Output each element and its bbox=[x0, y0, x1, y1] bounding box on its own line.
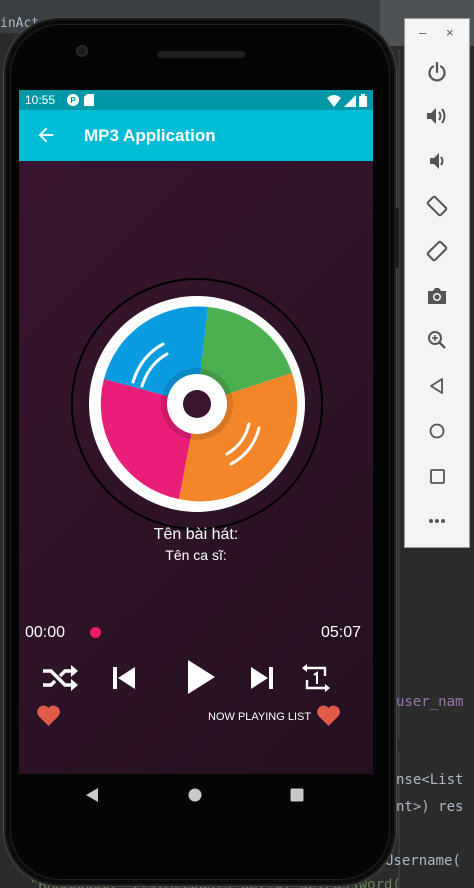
earpiece-speaker bbox=[157, 51, 245, 58]
code-line: nt>) res bbox=[396, 799, 464, 815]
rotate-left-icon bbox=[426, 195, 448, 217]
more-icon bbox=[429, 519, 445, 523]
shuffle-icon[interactable] bbox=[41, 664, 79, 692]
wifi-icon bbox=[327, 94, 341, 107]
favorite-heart-icon[interactable] bbox=[36, 705, 61, 727]
code-line: user_nam bbox=[396, 694, 464, 710]
back-icon bbox=[430, 378, 443, 394]
rotate-right-icon bbox=[426, 240, 448, 262]
code-line: Username( bbox=[385, 853, 461, 869]
notification-p-icon: P bbox=[67, 94, 79, 106]
rotate-left-button[interactable] bbox=[422, 191, 452, 221]
arrow-back-icon[interactable] bbox=[35, 124, 57, 146]
nav-home-icon[interactable] bbox=[188, 788, 202, 802]
overview-icon bbox=[429, 468, 445, 484]
app-title: MP3 Application bbox=[84, 126, 216, 145]
volume-up-icon bbox=[427, 108, 446, 124]
status-time: 10:55 bbox=[25, 93, 56, 107]
repeat-one-icon[interactable] bbox=[301, 664, 331, 692]
album-disc bbox=[71, 278, 323, 530]
signal-icon bbox=[344, 94, 356, 107]
status-system-icons bbox=[327, 94, 367, 107]
seek-bar[interactable] bbox=[90, 631, 310, 634]
total-time: 05:07 bbox=[320, 624, 361, 641]
now-playing-heart-icon[interactable] bbox=[316, 705, 341, 727]
status-notifications: P bbox=[67, 94, 94, 106]
volume-up-button[interactable] bbox=[422, 101, 452, 131]
zoom-icon bbox=[428, 331, 446, 349]
emulator-home-button[interactable] bbox=[422, 416, 452, 446]
song-title: Tên bài hát: bbox=[153, 526, 239, 543]
current-time: 00:00 bbox=[25, 624, 66, 641]
skip-next-icon[interactable] bbox=[249, 665, 275, 691]
svg-text:P: P bbox=[70, 96, 76, 105]
front-camera bbox=[76, 45, 88, 57]
skip-previous-icon[interactable] bbox=[111, 665, 137, 691]
seek-thumb[interactable] bbox=[90, 627, 101, 638]
ide-gutter-line bbox=[398, 50, 400, 888]
power-icon bbox=[428, 62, 446, 82]
sd-card-icon bbox=[84, 94, 94, 106]
emulator-window-controls: – × bbox=[405, 19, 469, 47]
battery-icon bbox=[359, 94, 367, 107]
rotate-right-button[interactable] bbox=[422, 236, 452, 266]
screenshot-button[interactable] bbox=[422, 281, 452, 311]
emulator-overview-button[interactable] bbox=[422, 461, 452, 491]
home-icon bbox=[429, 423, 445, 439]
play-icon[interactable] bbox=[185, 659, 217, 695]
power-button[interactable] bbox=[422, 57, 452, 87]
now-playing-list-label[interactable]: NOW PLAYING LIST bbox=[208, 711, 311, 723]
app-screen: 10:55 P MP3 Application Tên bài hát: Tên… bbox=[19, 90, 373, 774]
minimize-button[interactable]: – bbox=[419, 25, 426, 40]
more-button[interactable] bbox=[422, 506, 452, 536]
camera-icon bbox=[428, 288, 446, 304]
disc-graphic bbox=[71, 278, 323, 530]
emulator-toolbar: – × bbox=[404, 18, 470, 548]
app-bar: MP3 Application bbox=[19, 110, 373, 161]
android-nav-bar bbox=[19, 774, 373, 818]
status-bar: 10:55 P bbox=[19, 90, 373, 110]
volume-down-icon bbox=[430, 153, 444, 169]
phone-side-button bbox=[395, 208, 399, 268]
nav-overview-icon[interactable] bbox=[290, 788, 304, 802]
emulator-back-button[interactable] bbox=[422, 371, 452, 401]
nav-back-icon[interactable] bbox=[85, 787, 99, 803]
artist-name: Tên ca sĩ: bbox=[165, 547, 227, 563]
close-button[interactable]: × bbox=[446, 25, 454, 40]
zoom-button[interactable] bbox=[422, 325, 452, 355]
volume-down-button[interactable] bbox=[422, 146, 452, 176]
code-line: nse<List bbox=[396, 772, 464, 788]
